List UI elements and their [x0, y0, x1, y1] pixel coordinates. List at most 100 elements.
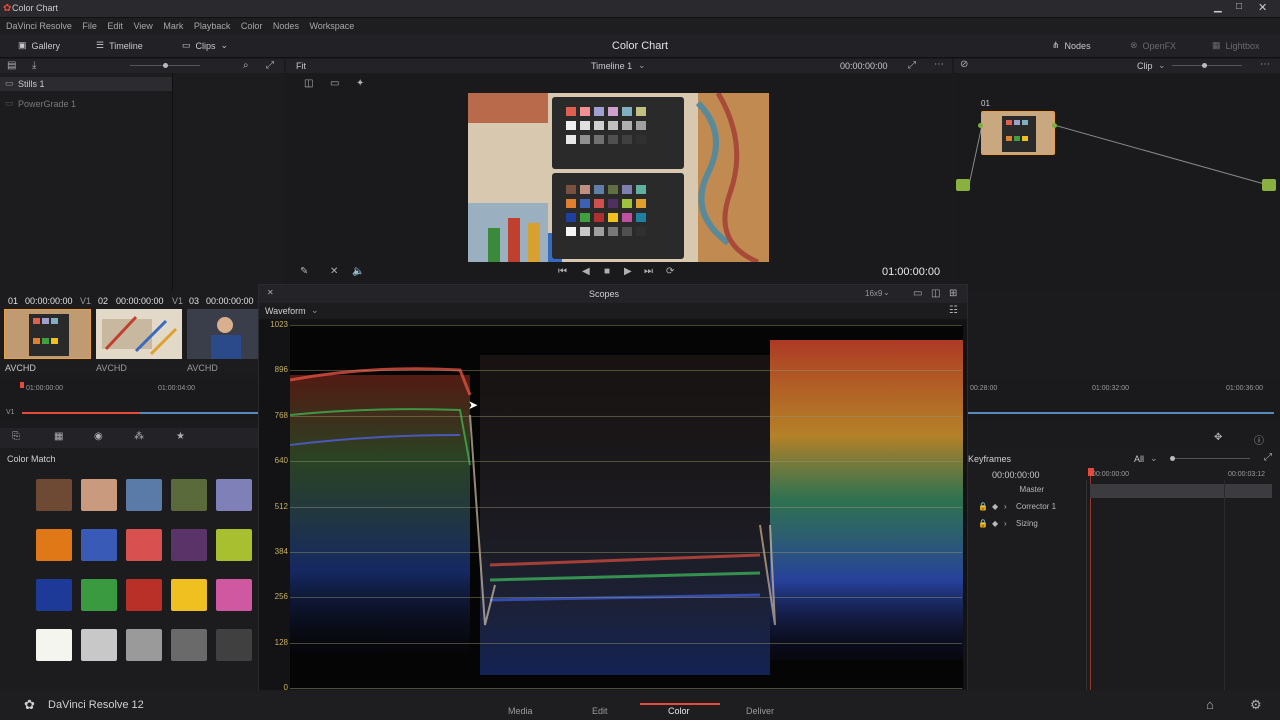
maximize-button[interactable]: □: [1236, 1, 1242, 12]
node-zoom-handle[interactable]: [1202, 63, 1207, 68]
color-swatch[interactable]: [81, 579, 117, 611]
color-swatch[interactable]: [81, 479, 117, 511]
gear-icon[interactable]: ⚙: [1250, 697, 1262, 713]
lock-icon[interactable]: 🔒: [978, 519, 988, 528]
settings-icon[interactable]: ☷: [949, 305, 958, 316]
page-tab-color[interactable]: Color: [668, 706, 690, 716]
menu-workspace[interactable]: Workspace: [309, 21, 354, 31]
more-options-icon[interactable]: ⋯: [934, 59, 944, 70]
openfx-button[interactable]: ⊗ OpenFX: [1130, 40, 1176, 51]
split-view-icon[interactable]: ◫: [304, 78, 313, 89]
page-tab-edit[interactable]: Edit: [592, 706, 608, 716]
clip-bar[interactable]: [968, 412, 1274, 414]
safe-area-icon[interactable]: ▭: [330, 78, 339, 89]
node-input-port[interactable]: [978, 123, 983, 128]
powergrade-album[interactable]: ▭ PowerGrade 1: [0, 97, 172, 111]
source-input-node[interactable]: [956, 179, 970, 191]
rgb-mixer-icon[interactable]: ⁂: [134, 431, 144, 442]
stills-album[interactable]: ▭ Stills 1: [0, 77, 172, 91]
color-swatch[interactable]: [216, 579, 252, 611]
color-swatch[interactable]: [216, 529, 252, 561]
color-swatch[interactable]: [36, 629, 72, 661]
gallery-button[interactable]: ▣ Gallery: [18, 40, 60, 51]
color-swatch[interactable]: [171, 579, 207, 611]
clips-button[interactable]: ▭ Clips ⌄: [182, 40, 228, 51]
download-icon[interactable]: ⤓: [32, 60, 36, 71]
magic-wand-icon[interactable]: ✦: [356, 78, 364, 89]
stop-button[interactable]: ■: [604, 266, 610, 277]
expand-icon[interactable]: ⤢: [1264, 452, 1272, 463]
chevron-right-icon[interactable]: ›: [1004, 502, 1007, 511]
clip-thumbnail-03[interactable]: [187, 309, 258, 359]
chevron-right-icon[interactable]: ›: [1004, 519, 1007, 528]
color-swatch[interactable]: [126, 579, 162, 611]
timeline-selector[interactable]: Timeline 1: [591, 61, 632, 71]
more-options-icon[interactable]: ⋯: [1260, 59, 1270, 70]
clip-bar-active[interactable]: [22, 412, 140, 414]
camera-raw-icon[interactable]: ⎘: [12, 431, 20, 442]
bypass-icon[interactable]: ⊘: [960, 59, 968, 70]
menu-playback[interactable]: Playback: [194, 21, 231, 31]
color-swatch[interactable]: [126, 629, 162, 661]
expand-icon[interactable]: ⤢: [266, 60, 274, 71]
node-output-port[interactable]: [1052, 123, 1057, 128]
keyframe-tool-icon[interactable]: ✥: [1214, 432, 1222, 443]
menu-edit[interactable]: Edit: [107, 21, 123, 31]
quad-layout-icon[interactable]: ⊞: [949, 288, 957, 299]
color-swatch[interactable]: [216, 629, 252, 661]
lock-icon[interactable]: 🔒: [978, 502, 988, 511]
color-swatch[interactable]: [126, 479, 162, 511]
diamond-icon[interactable]: ◆: [992, 502, 998, 511]
color-swatch[interactable]: [216, 479, 252, 511]
color-match-icon[interactable]: ▦: [54, 431, 63, 442]
menu-nodes[interactable]: Nodes: [273, 21, 299, 31]
lightbox-button[interactable]: ▦ Lightbox: [1212, 40, 1260, 51]
scope-type-dropdown[interactable]: Waveform: [265, 306, 306, 316]
color-wheels-icon[interactable]: ◉: [94, 431, 103, 442]
grid-view-icon[interactable]: ▤: [7, 60, 16, 71]
page-tab-media[interactable]: Media: [508, 706, 533, 716]
dual-layout-icon[interactable]: ◫: [931, 288, 940, 299]
color-swatch[interactable]: [81, 529, 117, 561]
jump-start-button[interactable]: ⏮: [558, 266, 567, 277]
menu-davinci[interactable]: DaVinci Resolve: [6, 21, 72, 31]
single-layout-icon[interactable]: ▭: [913, 288, 922, 299]
nodes-button[interactable]: ⋔ Nodes: [1052, 40, 1091, 51]
menu-file[interactable]: File: [82, 21, 97, 31]
color-swatch[interactable]: [36, 479, 72, 511]
node-01[interactable]: [981, 111, 1055, 155]
menu-view[interactable]: View: [133, 21, 152, 31]
fit-dropdown[interactable]: Fit: [296, 61, 306, 71]
keyframe-zoom-handle[interactable]: [1170, 456, 1175, 461]
expand-icon[interactable]: ⤢: [908, 60, 916, 71]
mini-timeline[interactable]: 01:00:00:00 01:00:04:00 V1: [0, 380, 258, 420]
diamond-icon[interactable]: ◆: [992, 519, 998, 528]
timeline-button[interactable]: ☰ Timeline: [96, 40, 143, 51]
keyframe-filter-dropdown[interactable]: All: [1134, 454, 1144, 464]
menu-mark[interactable]: Mark: [163, 21, 183, 31]
keyframe-zoom-slider[interactable]: [1170, 458, 1250, 459]
info-icon[interactable]: ⓘ: [1254, 432, 1264, 447]
picker-icon[interactable]: ✎: [300, 266, 308, 277]
color-swatch[interactable]: [171, 529, 207, 561]
close-button[interactable]: ✕: [1258, 1, 1267, 14]
node-zoom-slider[interactable]: [1172, 65, 1242, 66]
clip-bar[interactable]: [140, 412, 258, 414]
output-node[interactable]: [1262, 179, 1276, 191]
video-frame[interactable]: [468, 93, 769, 262]
home-icon[interactable]: ⌂: [1206, 697, 1214, 712]
color-swatch[interactable]: [36, 529, 72, 561]
color-swatch[interactable]: [126, 529, 162, 561]
star-icon[interactable]: ★: [176, 431, 185, 442]
jump-end-button[interactable]: ⏭: [644, 266, 653, 277]
mini-timeline-right[interactable]: 00:28:00 01:00:32:00 01:00:36:00: [968, 380, 1280, 420]
search-icon[interactable]: ⌕: [243, 60, 249, 71]
loop-button[interactable]: ⟳: [666, 266, 674, 277]
page-tab-deliver[interactable]: Deliver: [746, 706, 774, 716]
zoom-slider-handle[interactable]: [163, 63, 168, 68]
clip-thumbnail-02[interactable]: [96, 309, 182, 359]
clip-mode-dropdown[interactable]: Clip: [1137, 61, 1153, 71]
playhead[interactable]: [20, 382, 24, 388]
close-icon[interactable]: ✕: [267, 288, 274, 297]
aspect-dropdown[interactable]: 16x9: [865, 289, 882, 298]
